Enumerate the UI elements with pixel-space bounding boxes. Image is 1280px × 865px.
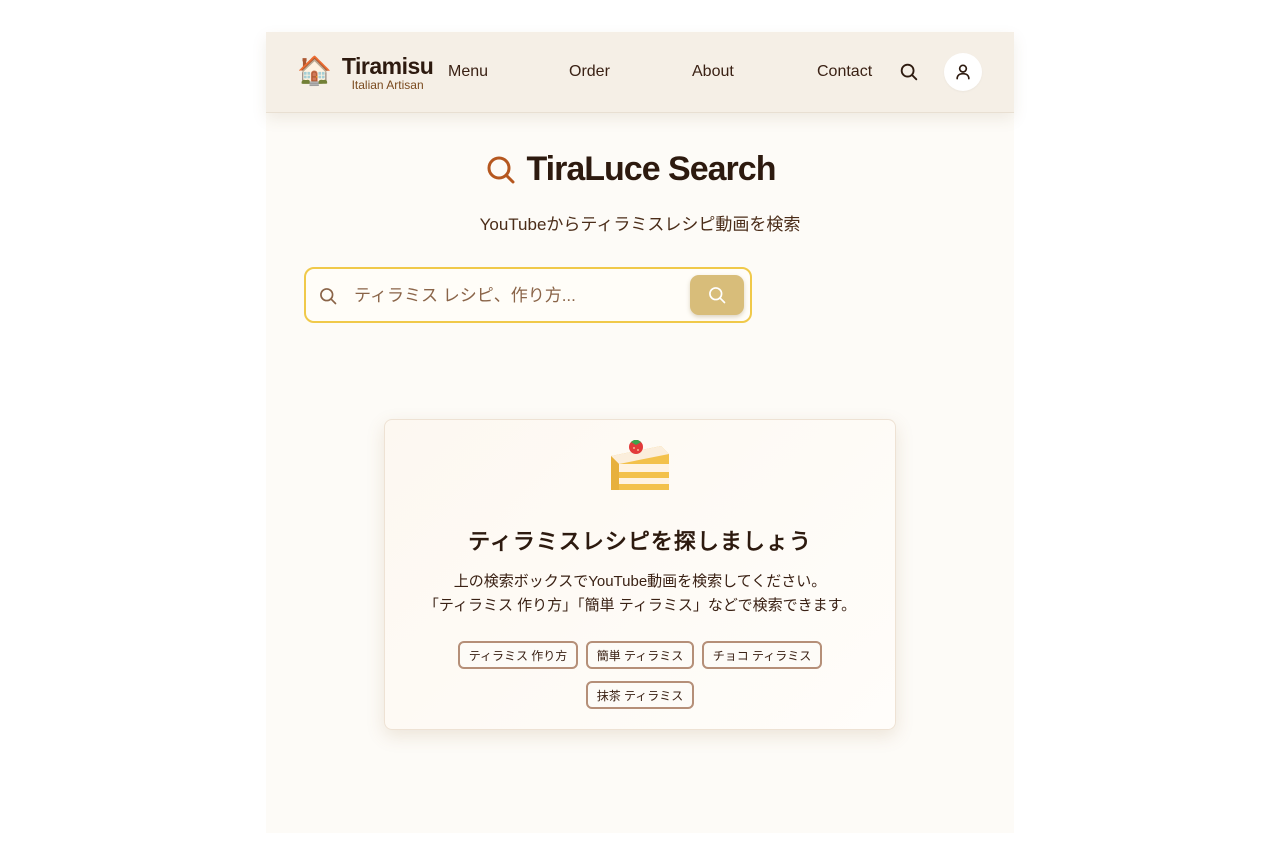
page-title: TiraLuce Search xyxy=(526,150,777,188)
suggestion-chip[interactable]: 抹茶 ティラミス xyxy=(586,681,694,709)
header-search-button[interactable] xyxy=(898,61,920,83)
search-bar xyxy=(304,267,752,323)
brand-name: Tiramisu xyxy=(341,53,434,79)
empty-state-card: ティラミスレシピを探しましょう 上の検索ボックスでYouTube動画を検索してく… xyxy=(384,419,896,730)
empty-state-description: 上の検索ボックスでYouTube動画を検索してください。 「ティラミス 作り方」… xyxy=(385,570,895,618)
suggestion-chip[interactable]: ティラミス 作り方 xyxy=(458,641,578,669)
page-subtitle: YouTubeからティラミスレシピ動画を検索 xyxy=(479,215,801,234)
search-icon xyxy=(709,287,726,304)
description-line: 上の検索ボックスでYouTube動画を検索してください。 xyxy=(453,573,827,590)
shortcake-icon xyxy=(611,440,669,490)
nav-about[interactable]: About xyxy=(692,62,734,82)
search-icon xyxy=(487,156,515,183)
house-icon: 🏠 xyxy=(297,55,332,86)
search-submit-button[interactable] xyxy=(690,275,744,315)
suggestion-chip[interactable]: チョコ ティラミス xyxy=(702,641,822,669)
empty-state-title: ティラミスレシピを探しましょう xyxy=(468,529,812,554)
site-header: 🏠 Tiramisu Italian Artisan Menu Order Ab… xyxy=(266,32,1014,113)
brand-text: Tiramisu Italian Artisan xyxy=(341,52,434,92)
nav-order[interactable]: Order xyxy=(569,62,610,82)
brand-logo[interactable]: 🏠 Tiramisu Italian Artisan xyxy=(297,52,434,92)
nav-menu[interactable]: Menu xyxy=(448,62,488,82)
search-icon xyxy=(320,288,337,305)
brand-tagline: Italian Artisan xyxy=(351,78,424,92)
search-input[interactable] xyxy=(352,281,686,311)
suggestion-chip[interactable]: 簡単 ティラミス xyxy=(586,641,694,669)
user-account-button[interactable] xyxy=(944,53,982,91)
nav-contact[interactable]: Contact xyxy=(817,62,872,82)
search-icon xyxy=(900,63,918,81)
description-line: 「ティラミス 作り方」「簡単 ティラミス」などで検索できます。 xyxy=(423,597,857,614)
app: 🏠 Tiramisu Italian Artisan Menu Order Ab… xyxy=(266,32,1014,833)
page-title-row: TiraLuce Search xyxy=(266,150,1014,189)
user-icon xyxy=(956,64,970,80)
